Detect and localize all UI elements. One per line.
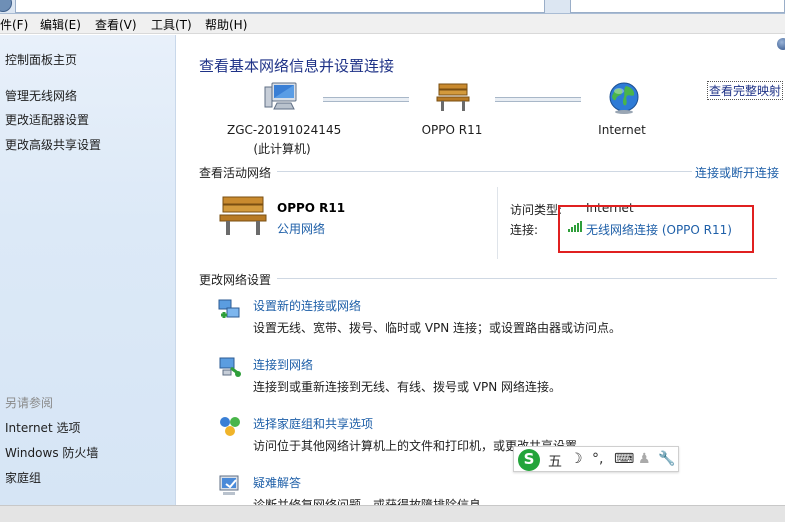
connection-line-1	[323, 97, 409, 102]
punctuation-icon[interactable]: °,	[592, 451, 603, 467]
menu-bar: 件(F) 编辑(E) 查看(V) 工具(T) 帮助(H)	[0, 14, 785, 34]
user-icon[interactable]: ♟	[638, 451, 651, 467]
address-field[interactable]	[15, 0, 545, 13]
task-troubleshoot-link[interactable]: 疑难解答	[253, 474, 301, 491]
task-homegroup-link[interactable]: 选择家庭组和共享选项	[253, 415, 373, 432]
menu-view[interactable]: 查看(V)	[95, 16, 137, 33]
help-icon[interactable]	[777, 38, 785, 50]
change-settings-title: 更改网络设置	[199, 273, 272, 287]
keyboard-icon[interactable]: ⌨	[614, 451, 634, 467]
status-bar	[0, 505, 785, 522]
section-divider	[277, 171, 692, 172]
sidebar-item-control-panel-home[interactable]: 控制面板主页	[5, 51, 77, 68]
network-type-link[interactable]: 公用网络	[277, 220, 325, 237]
section-divider	[277, 278, 777, 279]
ime-toolbar[interactable]: S 五 ☽ °, ⌨ ♟ 🔧	[513, 446, 679, 472]
active-network-title: 查看活动网络	[199, 166, 272, 180]
page-title: 查看基本网络信息并设置连接	[199, 57, 395, 75]
sidebar: 控制面板主页 管理无线网络 更改适配器设置 更改高级共享设置 另请参阅 Inte…	[0, 35, 176, 505]
sidebar-item-manage-wireless[interactable]: 管理无线网络	[5, 87, 77, 104]
menu-edit[interactable]: 编辑(E)	[40, 16, 81, 33]
node-sublabel-computer: (此计算机)	[253, 142, 311, 156]
connection-line-2	[495, 97, 581, 102]
vertical-divider	[497, 187, 498, 259]
address-bar-strip	[0, 0, 785, 14]
menu-tools[interactable]: 工具(T)	[151, 16, 192, 33]
new-connection-icon	[218, 299, 240, 318]
menu-file[interactable]: 件(F)	[0, 16, 28, 33]
search-field[interactable]	[570, 0, 785, 13]
connect-network-icon	[219, 357, 241, 377]
network-name: OPPO R11	[277, 201, 346, 215]
connection-label: 连接:	[510, 223, 539, 237]
back-button[interactable]	[0, 0, 12, 12]
task-new-connection-desc: 设置无线、宽带、拨号、临时或 VPN 连接；或设置路由器或访问点。	[253, 321, 622, 335]
moon-icon[interactable]: ☽	[570, 451, 583, 467]
sidebar-item-firewall[interactable]: Windows 防火墙	[5, 444, 98, 461]
full-map-link[interactable]: 查看完整映射	[707, 81, 784, 100]
bench-network-icon	[436, 83, 470, 111]
connect-disconnect-link[interactable]: 连接或断开连接	[695, 164, 779, 181]
node-label-network: OPPO R11	[421, 123, 483, 137]
main-content: 查看基本网络信息并设置连接 查看完整映射 ZGC-20191024145 (此计…	[177, 35, 785, 512]
see-also-header: 另请参阅	[5, 396, 54, 410]
node-label-computer: ZGC-20191024145	[227, 123, 342, 137]
homegroup-icon	[220, 417, 240, 436]
red-highlight-box	[558, 205, 754, 253]
task-connect-network-link[interactable]: 连接到网络	[253, 356, 313, 373]
wrench-icon[interactable]: 🔧	[658, 451, 675, 467]
computer-icon	[264, 82, 297, 110]
ime-mode-toggle[interactable]: 五	[548, 451, 562, 471]
sidebar-item-advanced-sharing[interactable]: 更改高级共享设置	[5, 136, 101, 153]
sogou-logo-icon[interactable]: S	[518, 449, 540, 471]
node-label-internet: Internet	[598, 123, 646, 137]
sidebar-item-internet-options[interactable]: Internet 选项	[5, 419, 80, 436]
task-connect-network-desc: 连接到或重新连接到无线、有线、拨号或 VPN 网络连接。	[253, 380, 562, 394]
bench-network-icon	[219, 196, 267, 235]
sidebar-item-homegroup[interactable]: 家庭组	[5, 469, 41, 486]
task-new-connection-link[interactable]: 设置新的连接或网络	[253, 297, 361, 314]
access-type-label: 访问类型:	[510, 203, 563, 217]
menu-help[interactable]: 帮助(H)	[205, 16, 247, 33]
troubleshoot-icon	[219, 475, 239, 495]
sidebar-item-adapter-settings[interactable]: 更改适配器设置	[5, 111, 89, 128]
globe-icon	[609, 82, 639, 114]
